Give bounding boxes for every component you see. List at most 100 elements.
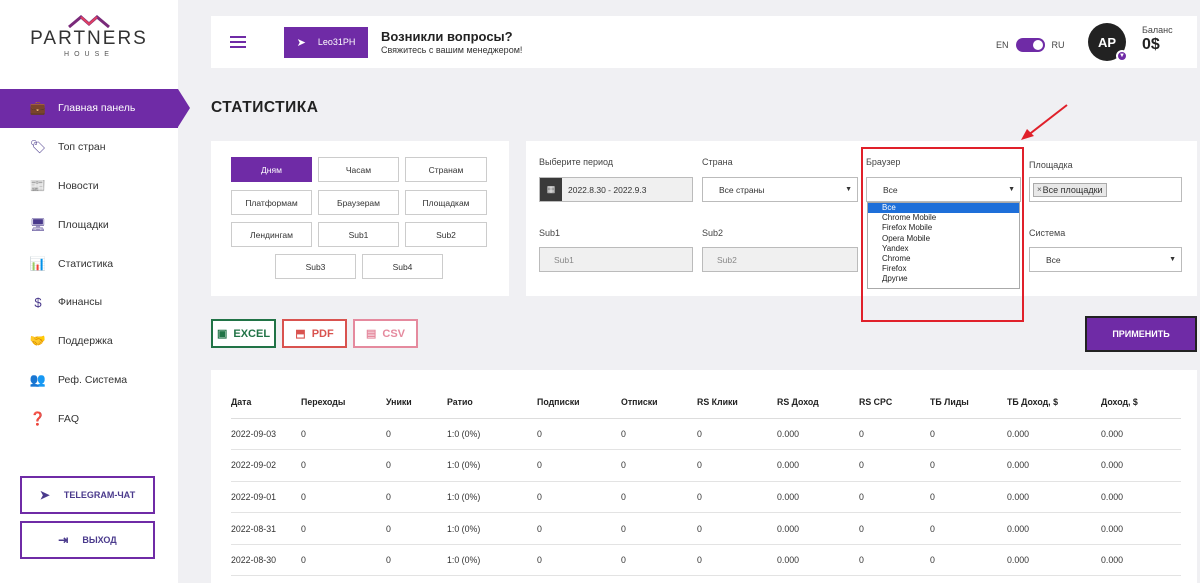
browser-option[interactable]: Chrome Mobile [868,213,1019,223]
period-picker[interactable]: ▦ 2022.8.30 - 2022.9.3 [539,177,693,202]
browser-option[interactable]: Firefox [868,264,1019,274]
balance: Баланс 0$ [1142,25,1173,54]
logo[interactable]: PARTNERS HOUSE [0,14,178,58]
group-by-landings[interactable]: Лендингам [231,222,312,247]
export-pdf-button[interactable]: ⬒ PDF [282,319,347,348]
column-header[interactable]: Подписки [537,387,621,419]
sidebar-item-label: Площадки [58,218,109,231]
sidebar-item-dashboard[interactable]: 💼 Главная панель [0,89,190,128]
group-by-sites[interactable]: Площадкам [405,190,487,215]
export-excel-label: EXCEL [233,327,271,340]
sidebar-item-statistics[interactable]: 📊 Статистика [0,244,178,283]
table-cell: 0 [537,481,621,514]
column-header[interactable]: Уники [386,387,447,419]
group-by-sub4[interactable]: Sub4 [362,254,443,279]
table-cell: 0.000 [1101,418,1181,451]
browser-option[interactable]: Firefox Mobile [868,223,1019,233]
column-header[interactable]: Доход, $ [1101,387,1181,419]
system-select[interactable]: Все ▼ [1029,247,1182,272]
avatar[interactable]: AP ▼ [1088,23,1128,62]
group-by-sub2[interactable]: Sub2 [405,222,487,247]
question-icon: ❓ [29,410,47,426]
export-csv-button[interactable]: ▤ CSV [353,319,418,348]
table-cell: 0 [697,418,777,451]
table-cell: 0 [930,512,1007,545]
pdf-icon: ⬒ [295,328,306,340]
group-by-sub3[interactable]: Sub3 [275,254,356,279]
sidebar-item-label: Поддержка [58,335,113,348]
language-toggle[interactable] [1015,38,1045,52]
table-cell: 0.000 [1007,418,1101,451]
logout-button[interactable]: ⇥ ВЫХОД [20,521,155,559]
column-header[interactable]: RS Доход [777,387,859,419]
apply-button[interactable]: ПРИМЕНИТЬ [1085,316,1197,352]
export-excel-button[interactable]: ▣ EXCEL [211,319,276,348]
browser-select[interactable]: Все ▼ [866,177,1021,202]
sidebar-nav: 💼 Главная панель 🏷 Топ стран 📰 Новости 🖥… [0,89,190,438]
sidebar-item-news[interactable]: 📰 Новости [0,167,178,206]
column-header[interactable]: Отписки [621,387,697,419]
column-header[interactable]: ТБ Лиды [930,387,1007,419]
group-by-days[interactable]: Дням [231,157,312,182]
column-header[interactable]: Переходы [301,387,386,419]
lang-en-label[interactable]: EN [996,40,1009,50]
sidebar-item-label: Финансы [58,296,103,309]
period-value: 2022.8.30 - 2022.9.3 [568,184,647,195]
column-header[interactable]: RS Клики [697,387,777,419]
browser-option[interactable]: Другие [868,274,1019,284]
browser-dropdown-list: Все Chrome Mobile Firefox Mobile Opera M… [867,202,1020,289]
platform-multiselect[interactable]: × Все площадки [1029,177,1182,202]
browser-option[interactable]: Opera Mobile [868,234,1019,244]
platform-tag-label: Все площадки [1042,184,1103,195]
table-cell: 0 [621,512,697,545]
column-header[interactable]: Дата [231,387,301,419]
logo-text: PARTNERS [30,28,148,49]
table-cell: 2022-09-02 [231,449,301,482]
platform-label: Площадка [1029,160,1073,170]
table-cell: 0.000 [1101,512,1181,545]
table-cell: 0 [621,544,697,577]
table-cell: 0 [537,418,621,451]
table-cell: 0.000 [1101,544,1181,577]
group-by-countries[interactable]: Странам [405,157,487,182]
support-title: Возникли вопросы? [381,29,513,44]
table-cell: 0.000 [1007,544,1101,577]
country-value: Все страны [719,184,765,195]
group-by-platforms[interactable]: Платформам [231,190,312,215]
browser-option[interactable]: Все [868,203,1019,214]
browser-option[interactable]: Yandex [868,244,1019,254]
toggle-knob [1032,40,1043,50]
close-icon[interactable]: × [1037,185,1042,194]
sidebar-item-referral[interactable]: 👥 Реф. Система [0,361,178,400]
menu-toggle-icon[interactable] [230,33,246,51]
table-cell: 0 [301,418,386,451]
platform-tag[interactable]: × Все площадки [1033,182,1107,197]
sidebar-item-top-countries[interactable]: 🏷 Топ стран [0,128,178,167]
column-header[interactable]: Ратио [447,387,537,419]
balance-value: 0$ [1142,36,1160,53]
sub1-input[interactable]: Sub1 [539,247,693,272]
sidebar-item-finance[interactable]: $ Финансы [0,283,178,322]
sub2-input[interactable]: Sub2 [702,247,858,272]
dollar-icon: $ [34,294,42,310]
browser-option[interactable]: Chrome [868,254,1019,264]
table-row: 2022-08-30 0 0 1:0 (0%) 0 0 0 0.000 0 0 0.000 0.000 [231,544,1181,577]
table-cell: 0 [930,418,1007,451]
group-by-hours[interactable]: Часам [318,157,399,182]
sidebar-item-platforms[interactable]: 🖥 Площадки [0,205,178,244]
lang-ru-label[interactable]: RU [1052,40,1065,50]
sidebar-item-faq[interactable]: ❓ FAQ [0,399,178,438]
manager-telegram-button[interactable]: ➤ Leo31PH [284,26,368,58]
telegram-chat-button[interactable]: ➤ TELEGRAM-ЧАТ [20,476,155,514]
country-select[interactable]: Все страны ▼ [702,177,858,202]
handshake-icon: 🤝 [29,333,47,349]
column-header[interactable]: RS CPC [859,387,930,419]
table-cell: 0 [301,449,386,482]
table-cell: 0 [537,544,621,577]
group-by-sub1[interactable]: Sub1 [318,222,399,247]
sidebar-item-support[interactable]: 🤝 Поддержка [0,322,178,361]
column-header[interactable]: ТБ Доход, $ [1007,387,1101,419]
group-by-browsers[interactable]: Браузерам [318,190,399,215]
table-header-row: Дата Переходы Уники Ратио Подписки Отпис… [231,387,1181,419]
sidebar-item-label: FAQ [58,412,80,425]
